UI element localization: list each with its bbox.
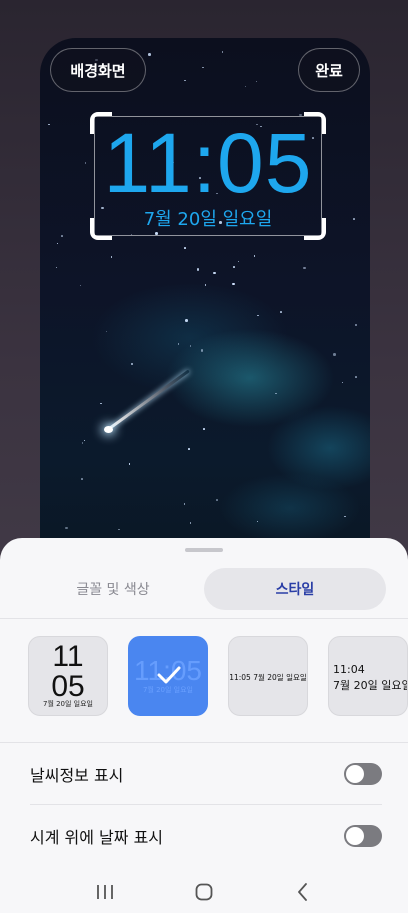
star	[177, 343, 179, 345]
star	[303, 266, 306, 270]
tab-font-color[interactable]: 글꼴 및 색상	[22, 568, 204, 610]
star	[232, 282, 235, 286]
star	[56, 242, 59, 245]
star	[100, 402, 102, 405]
star	[355, 376, 357, 378]
weather-toggle[interactable]	[344, 763, 382, 785]
star	[48, 123, 50, 126]
clock-style-option-left[interactable]: 11:04 7월 20일 일요일	[328, 636, 408, 716]
star	[55, 266, 58, 269]
star	[253, 255, 256, 257]
date-above-clock-toggle[interactable]	[344, 825, 382, 847]
drag-handle[interactable]	[185, 548, 223, 552]
star	[188, 448, 190, 450]
star	[189, 345, 192, 347]
star	[110, 256, 113, 258]
style-preview-minutes: 05	[51, 670, 85, 703]
checkmark-icon	[157, 666, 181, 684]
star	[221, 51, 224, 53]
clock-widget[interactable]: 11:05 7월 20일 일요일	[90, 112, 326, 240]
star	[130, 362, 134, 366]
back-icon[interactable]	[288, 877, 318, 907]
navigation-bar	[0, 874, 408, 910]
star	[333, 353, 336, 356]
star	[189, 522, 192, 524]
star	[128, 463, 131, 465]
divider	[30, 804, 382, 805]
divider	[0, 742, 408, 743]
tab-bar: 글꼴 및 색상 스타일	[22, 568, 386, 610]
star	[237, 260, 240, 263]
style-preview-date: 7월 20일 일요일	[333, 679, 408, 692]
divider	[0, 618, 408, 619]
star	[61, 235, 63, 237]
star	[341, 381, 344, 384]
star	[344, 515, 346, 518]
star	[65, 526, 68, 530]
home-icon[interactable]	[189, 877, 219, 907]
lockscreen-preview: 배경화면 완료 11:05 7월 20일 일요일	[40, 38, 370, 598]
star	[184, 79, 186, 82]
style-bottom-sheet: 글꼴 및 색상 스타일 11 05 7월 20일 일요일 11:05 7월 20…	[0, 538, 408, 913]
star	[256, 520, 259, 523]
star	[275, 392, 277, 395]
star	[255, 80, 258, 82]
star	[83, 439, 86, 442]
star	[202, 66, 204, 69]
style-preview-date: 7월 20일 일요일	[42, 700, 93, 708]
star	[79, 284, 82, 287]
setting-weather[interactable]: 날씨정보 표시	[30, 754, 382, 794]
star	[84, 162, 87, 164]
star	[204, 284, 207, 286]
clock-style-list: 11 05 7월 20일 일요일 11:05 7월 20일 일요일 11:05 …	[28, 636, 408, 718]
tab-style[interactable]: 스타일	[204, 568, 386, 610]
setting-date-above-clock-label: 시계 위에 날짜 표시	[30, 828, 164, 847]
star	[196, 268, 200, 271]
wallpaper-button[interactable]: 배경화면	[50, 48, 146, 92]
style-preview-time: 11:04	[333, 663, 365, 676]
star	[257, 314, 259, 317]
clock-style-option-inline[interactable]: 11:05 7월 20일 일요일	[228, 636, 308, 716]
done-button[interactable]: 완료	[298, 48, 360, 92]
star	[203, 428, 205, 430]
clock-date: 7월 20일 일요일	[143, 209, 273, 230]
setting-weather-label: 날씨정보 표시	[30, 766, 124, 785]
star	[354, 323, 358, 326]
comet	[104, 426, 113, 433]
star	[244, 85, 247, 88]
star	[213, 271, 216, 275]
star	[148, 53, 151, 56]
star	[200, 349, 204, 352]
star	[184, 247, 186, 249]
recents-icon[interactable]	[90, 877, 120, 907]
style-preview-text: 11:05 7월 20일 일요일	[229, 673, 307, 682]
clock-style-option-stacked[interactable]: 11 05 7월 20일 일요일	[28, 636, 108, 716]
clock-style-option-selected[interactable]: 11:05 7월 20일 일요일	[128, 636, 208, 716]
setting-date-above-clock[interactable]: 시계 위에 날짜 표시	[30, 816, 382, 856]
star	[353, 218, 355, 220]
star	[105, 330, 108, 333]
star	[118, 528, 120, 531]
star	[233, 266, 235, 268]
star	[81, 478, 83, 480]
star	[280, 311, 282, 313]
star	[185, 319, 188, 322]
star	[183, 503, 186, 505]
style-preview-hours: 11	[52, 640, 84, 673]
clock-time: 11:05	[103, 116, 313, 210]
star	[81, 442, 84, 444]
star	[216, 499, 218, 501]
